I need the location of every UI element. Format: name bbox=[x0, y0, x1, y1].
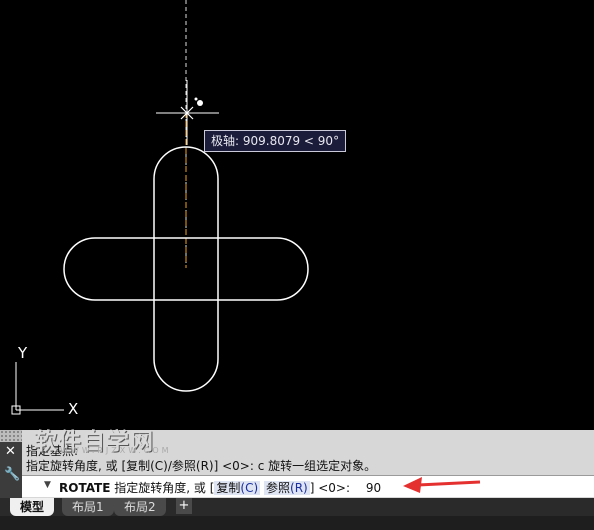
panel-grip-handle[interactable] bbox=[0, 430, 22, 442]
option-reference-key: (R) bbox=[290, 481, 308, 495]
command-name: ROTATE bbox=[59, 481, 111, 495]
ucs-x-label: X bbox=[68, 400, 78, 418]
close-icon[interactable]: ✕ bbox=[5, 444, 16, 459]
ucs-icon: Y X bbox=[11, 344, 78, 418]
tab-model[interactable]: 模型 bbox=[10, 498, 55, 516]
option-reference[interactable]: 参照(R) bbox=[264, 481, 310, 495]
command-side-bar: ✕ 🔧 bbox=[0, 442, 22, 498]
polar-tooltip: 极轴: 909.8079 < 90° bbox=[204, 130, 347, 152]
option-reference-label: 参照 bbox=[266, 481, 291, 495]
drawing-canvas[interactable]: Y X 极轴: 909.8079 < 90° bbox=[0, 0, 594, 430]
chevron-down-icon[interactable]: ▼ bbox=[44, 480, 51, 490]
command-history-line: 指定旋转角度, 或 [复制(C)/参照(R)] <0>: c 旋转一组选定对象。 bbox=[26, 459, 377, 473]
watermark-url: WWW.RJZXW.COM bbox=[60, 446, 172, 455]
command-prompt: ROTATE 指定旋转角度, 或 [复制(C) 参照(R)] <0>: 90 bbox=[59, 479, 381, 496]
prompt-text: 指定旋转角度, 或 [ bbox=[114, 481, 215, 495]
option-copy-key: (C) bbox=[240, 481, 259, 495]
option-copy[interactable]: 复制(C) bbox=[214, 481, 261, 495]
layout-tabs: 模型 布局1 布局2 + bbox=[0, 498, 594, 530]
ucs-y-label: Y bbox=[17, 344, 28, 362]
wrench-icon[interactable]: 🔧 bbox=[4, 467, 20, 482]
add-tab-button[interactable]: + bbox=[176, 498, 192, 514]
tab-layout1[interactable]: 布局1 bbox=[62, 498, 114, 516]
prompt-tail: ] <0>: bbox=[309, 481, 351, 495]
command-value[interactable]: 90 bbox=[366, 481, 381, 495]
option-copy-label: 复制 bbox=[216, 481, 241, 495]
drawing-area[interactable]: Y X bbox=[0, 0, 594, 430]
cursor-marker-icon bbox=[194, 97, 203, 106]
command-input[interactable]: ▼ ROTATE 指定旋转角度, 或 [复制(C) 参照(R)] <0>: 90 bbox=[22, 475, 594, 497]
tabs-footer bbox=[0, 516, 594, 530]
tab-layout2[interactable]: 布局2 bbox=[114, 498, 166, 516]
